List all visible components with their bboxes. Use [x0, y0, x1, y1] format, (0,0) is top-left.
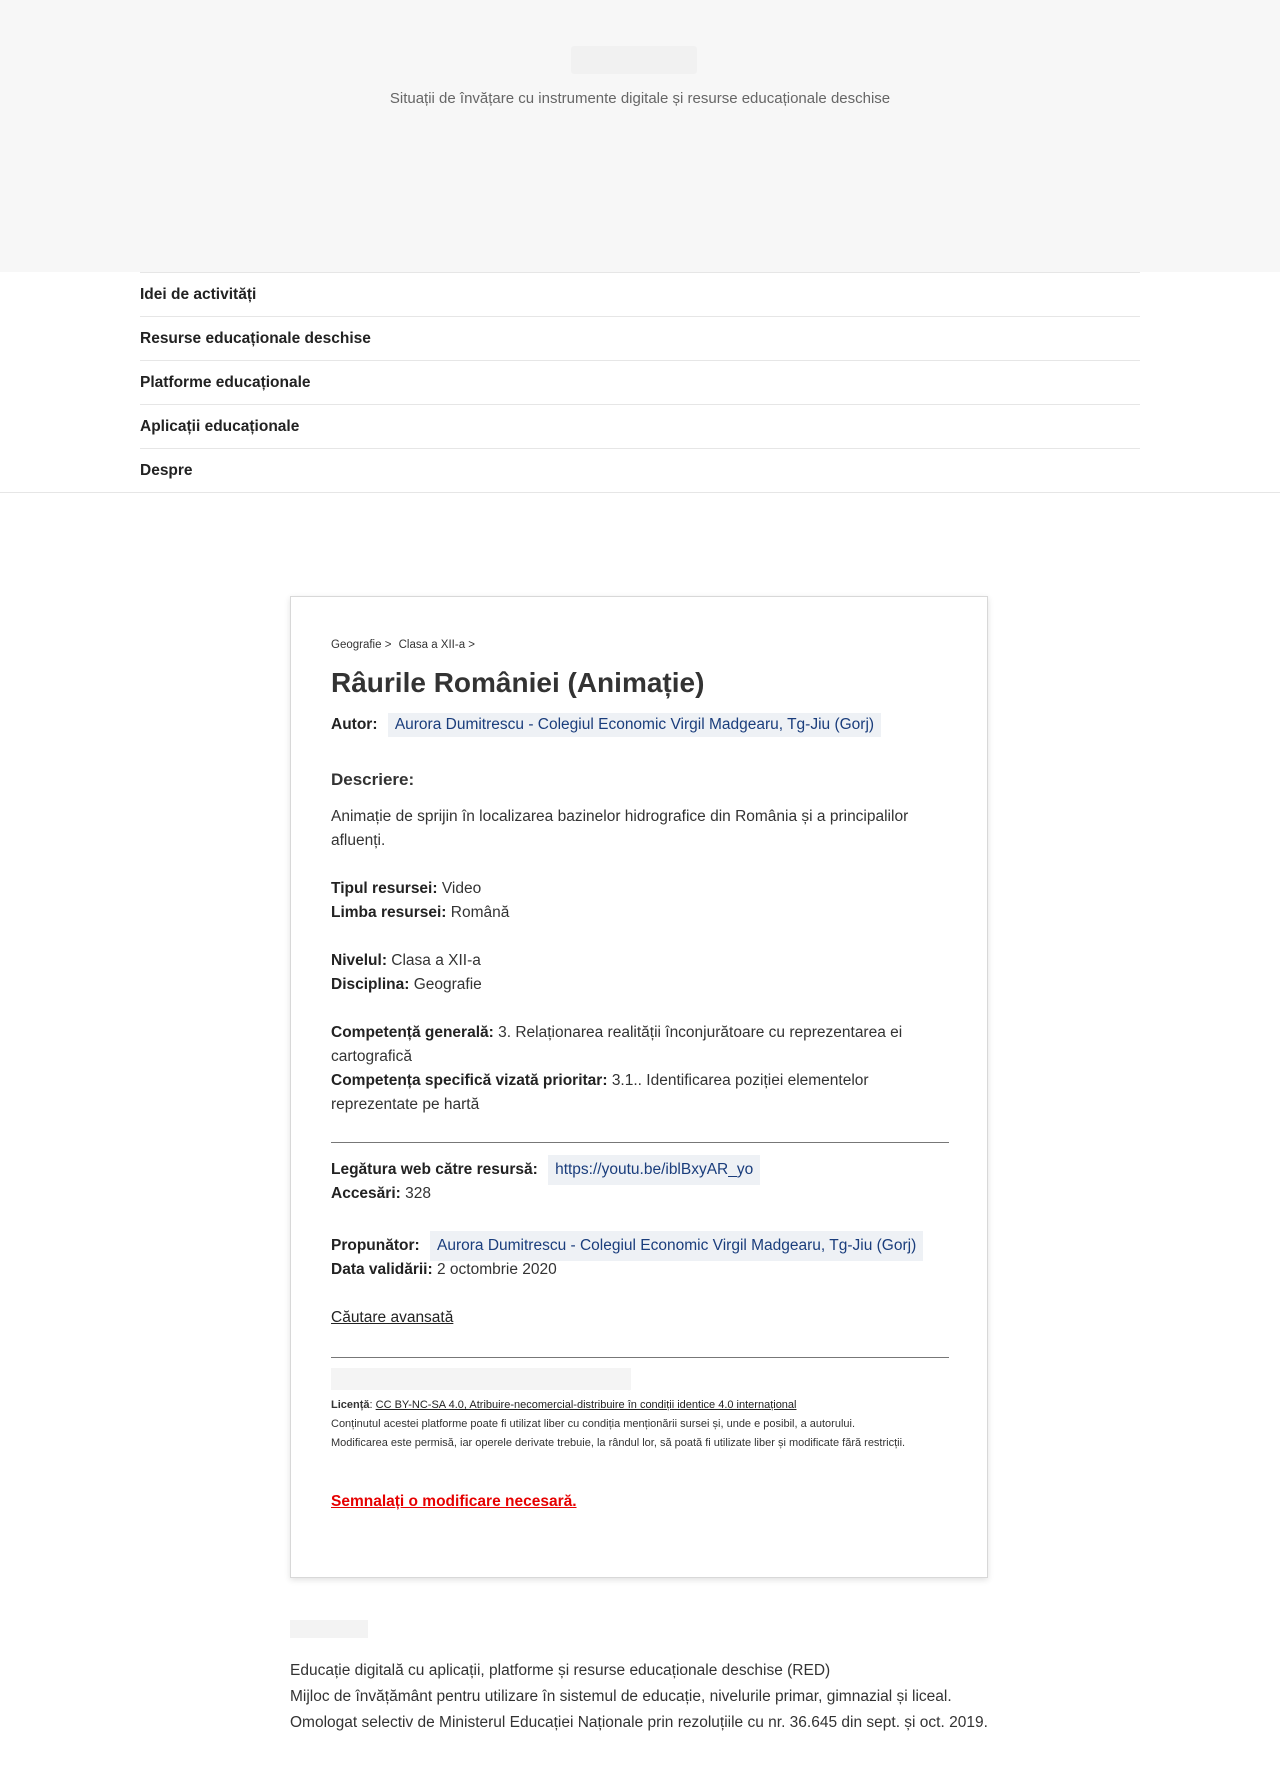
- footer-logo: [290, 1620, 368, 1638]
- advanced-search-link[interactable]: Căutare avansată: [331, 1309, 453, 1326]
- breadcrumb-item-level[interactable]: Clasa a XII-a >: [399, 639, 475, 651]
- discipline-row: Disciplina: Geografie: [331, 973, 949, 997]
- resource-type-label: Tipul resursei:: [331, 880, 438, 897]
- specific-competence-label: Competența specifică vizată prioritar:: [331, 1072, 608, 1089]
- author-row: Autor: Aurora Dumitrescu - Colegiul Econ…: [331, 713, 882, 737]
- discipline-value: Geografie: [413, 976, 482, 993]
- level-row: Nivelul: Clasa a XII-a: [331, 949, 949, 973]
- resource-type-value: Video: [441, 880, 482, 897]
- site-tagline: Situații de învățare cu instrumente digi…: [389, 90, 891, 107]
- general-competence-row: Competență generală: 3. Relaționarea rea…: [331, 1021, 949, 1069]
- license-label: Licență: [331, 1399, 370, 1411]
- validation-date-label: Data validării:: [331, 1261, 433, 1278]
- proposer-row: Propunător: Aurora Dumitrescu - Colegiul…: [331, 1231, 949, 1261]
- site-header: Situații de învățare cu instrumente digi…: [0, 0, 1280, 272]
- discipline-label: Disciplina:: [331, 976, 410, 993]
- description-text: Animație de sprijin în localizarea bazin…: [331, 808, 909, 849]
- resource-language-label: Limba resursei:: [331, 904, 447, 921]
- level-value: Clasa a XII-a: [391, 952, 481, 969]
- cc-license-badge[interactable]: [331, 1368, 631, 1390]
- web-link[interactable]: https://youtu.be/iblBxyAR_yo: [548, 1155, 761, 1185]
- license-divider: [331, 1357, 949, 1358]
- breadcrumb-item-discipline[interactable]: Geografie >: [331, 639, 391, 651]
- general-competence-label: Competență generală:: [331, 1024, 494, 1041]
- main-nav: Idei de activități Resurse educaționale …: [0, 272, 1280, 493]
- footer-line-2: Mijloc de învățământ pentru utilizare în…: [290, 1688, 952, 1705]
- resource-language-value: Română: [450, 904, 510, 921]
- validation-date-row: Data validării: 2 octombrie 2020: [331, 1258, 949, 1282]
- nav-item-about[interactable]: Despre: [140, 448, 1140, 492]
- resource-card: Geografie > Clasa a XII-a > Râurile Româ…: [290, 596, 988, 1578]
- validation-date-value: 2 octombrie 2020: [436, 1261, 557, 1278]
- author-link[interactable]: Aurora Dumitrescu - Colegiul Economic Vi…: [387, 713, 882, 737]
- site-logo[interactable]: [571, 46, 697, 74]
- accesses-row: Accesări: 328: [331, 1182, 949, 1206]
- license-text: Licență: CC BY-NC-SA 4.0, Atribuire-neco…: [331, 1396, 949, 1453]
- advanced-search-row: Căutare avansată: [331, 1306, 949, 1330]
- section-divider: [331, 1142, 949, 1143]
- footer-line-3: Omologat selectiv de Ministerul Educație…: [290, 1714, 988, 1731]
- report-change-link[interactable]: Semnalați o modificare necesară.: [331, 1493, 577, 1511]
- accesses-label: Accesări:: [331, 1185, 401, 1202]
- nav-item-activity-ideas[interactable]: Idei de activități: [140, 272, 1140, 316]
- description-heading: Descriere:: [331, 770, 415, 789]
- level-label: Nivelul:: [331, 952, 387, 969]
- web-link-label: Legătura web către resursă:: [331, 1161, 538, 1178]
- resource-type-row: Tipul resursei: Video: [331, 877, 949, 901]
- web-link-row: Legătura web către resursă: https://yout…: [331, 1155, 949, 1185]
- footer-line-1: Educație digitală cu aplicații, platform…: [290, 1662, 831, 1679]
- license-block: Licență: CC BY-NC-SA 4.0, Atribuire-neco…: [331, 1368, 949, 1453]
- accesses-value: 328: [405, 1185, 431, 1202]
- nav-item-platforms[interactable]: Platforme educaționale: [140, 360, 1140, 404]
- nav-item-open-resources[interactable]: Resurse educaționale deschise: [140, 316, 1140, 360]
- author-label: Autor:: [331, 716, 378, 733]
- license-line-1: Conținutul acestei platforme poate fi ut…: [331, 1418, 856, 1430]
- resource-language-row: Limba resursei: Română: [331, 901, 949, 925]
- page-title: Râurile României (Animație): [331, 667, 705, 698]
- footer-text: Educație digitală cu aplicații, platform…: [290, 1658, 990, 1736]
- proposer-link[interactable]: Aurora Dumitrescu - Colegiul Economic Vi…: [430, 1231, 924, 1261]
- proposer-label: Propunător:: [331, 1237, 420, 1254]
- license-line-2: Modificarea este permisă, iar operele de…: [331, 1437, 906, 1449]
- specific-competence-row: Competența specifică vizată prioritar: 3…: [331, 1069, 949, 1117]
- nav-item-applications[interactable]: Aplicații educaționale: [140, 404, 1140, 448]
- license-link[interactable]: CC BY-NC-SA 4.0, Atribuire-necomercial-d…: [376, 1399, 797, 1411]
- breadcrumb: Geografie > Clasa a XII-a >: [331, 639, 479, 651]
